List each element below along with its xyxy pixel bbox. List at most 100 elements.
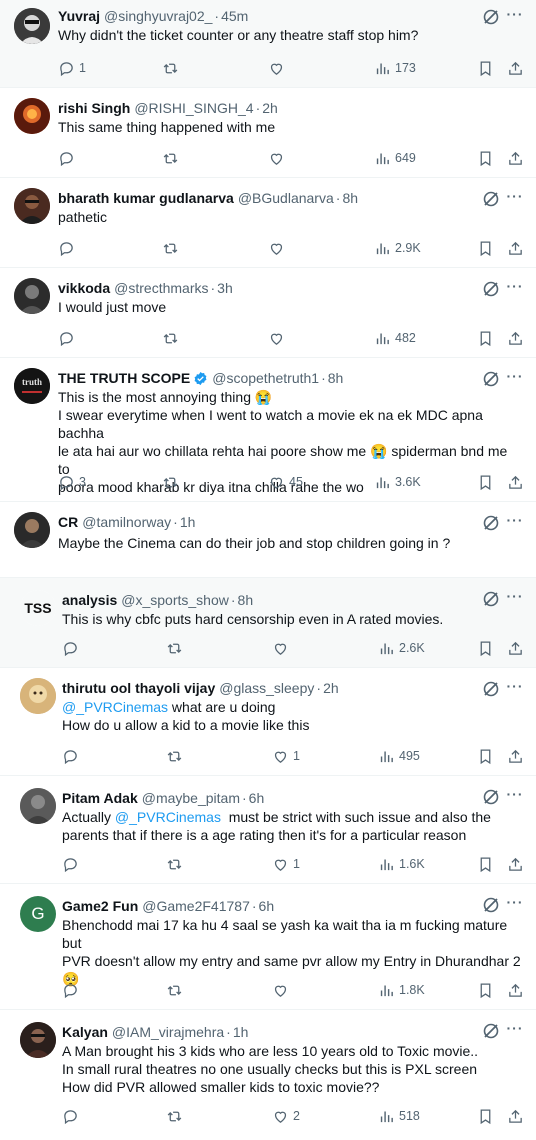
bookmark-button[interactable]	[477, 748, 494, 765]
reply-button[interactable]: 1	[58, 60, 86, 77]
share-button[interactable]	[507, 856, 524, 873]
share-button[interactable]	[507, 1108, 524, 1125]
share-button[interactable]	[507, 748, 524, 765]
views-button[interactable]: 3.6K	[374, 474, 421, 491]
mention-link[interactable]: @_PVRCinemas	[115, 809, 221, 825]
grok-icon[interactable]	[482, 190, 500, 208]
more-options-icon[interactable]: ···	[506, 895, 524, 914]
grok-icon[interactable]	[482, 788, 500, 806]
author-handle[interactable]: @glass_sleepy	[219, 680, 314, 696]
retweet-button[interactable]	[162, 150, 183, 167]
author-name[interactable]: vikkoda	[58, 280, 110, 296]
author-handle[interactable]: @scopethetruth1	[212, 370, 319, 386]
share-button[interactable]	[507, 640, 524, 657]
avatar[interactable]: truth	[14, 368, 50, 404]
timestamp[interactable]: 6h	[259, 898, 275, 914]
timestamp[interactable]: 1h	[180, 514, 196, 530]
retweet-button[interactable]	[162, 240, 183, 257]
tweet[interactable]: bharath kumar gudlanarva @BGudlanarva · …	[0, 178, 536, 268]
timestamp[interactable]: 8h	[238, 592, 254, 608]
views-button[interactable]: 1.8K	[378, 982, 425, 999]
bookmark-button[interactable]	[477, 330, 494, 347]
retweet-button[interactable]	[166, 856, 187, 873]
more-options-icon[interactable]: ···	[506, 589, 524, 608]
reply-button[interactable]	[58, 150, 79, 167]
avatar[interactable]	[14, 188, 50, 224]
retweet-button[interactable]	[166, 1108, 187, 1125]
views-button[interactable]: 2.9K	[374, 240, 421, 257]
grok-icon[interactable]	[482, 896, 500, 914]
author-handle[interactable]: @RISHI_SINGH_4	[134, 100, 253, 116]
reply-button[interactable]	[62, 1108, 83, 1125]
timestamp[interactable]: 2h	[323, 680, 339, 696]
reply-button[interactable]	[58, 240, 79, 257]
grok-icon[interactable]	[482, 1022, 500, 1040]
reply-button[interactable]	[62, 982, 83, 999]
tweet[interactable]: G Game2 Fun @Game2F41787 · 6h Bhenchodd …	[0, 884, 536, 1010]
bookmark-button[interactable]	[477, 982, 494, 999]
reply-button[interactable]	[62, 640, 83, 657]
timestamp[interactable]: 2h	[262, 100, 278, 116]
grok-icon[interactable]	[482, 370, 500, 388]
bookmark-button[interactable]	[477, 640, 494, 657]
timestamp[interactable]: 45m	[221, 8, 248, 24]
author-name[interactable]: Yuvraj	[58, 8, 100, 24]
bookmark-button[interactable]	[477, 60, 494, 77]
author-handle[interactable]: @maybe_pitam	[142, 790, 240, 806]
retweet-button[interactable]	[162, 60, 183, 77]
like-button[interactable]: 45	[268, 474, 303, 491]
views-button[interactable]: 649	[374, 150, 416, 167]
grok-icon[interactable]	[482, 8, 500, 26]
author-name[interactable]: Game2 Fun	[62, 898, 138, 914]
share-button[interactable]	[507, 60, 524, 77]
avatar[interactable]	[20, 678, 56, 714]
author-handle[interactable]: @singhyuvraj02_	[104, 8, 212, 24]
like-button[interactable]	[268, 60, 289, 77]
timestamp[interactable]: 8h	[328, 370, 344, 386]
more-options-icon[interactable]: ···	[506, 369, 524, 388]
grok-icon[interactable]	[482, 590, 500, 608]
tweet[interactable]: Yuvraj @singhyuvraj02_ · 45m Why didn't …	[0, 0, 536, 88]
author-name[interactable]: THE TRUTH SCOPE	[58, 370, 190, 386]
bookmark-button[interactable]	[477, 240, 494, 257]
more-options-icon[interactable]: ···	[506, 7, 524, 26]
bookmark-button[interactable]	[477, 856, 494, 873]
tweet[interactable]: Kalyan @IAM_virajmehra · 1h A Man brough…	[0, 1010, 536, 1140]
avatar[interactable]: G	[20, 896, 56, 932]
views-button[interactable]: 482	[374, 330, 416, 347]
author-name[interactable]: rishi Singh	[58, 100, 130, 116]
like-button[interactable]	[272, 982, 293, 999]
retweet-button[interactable]	[166, 982, 187, 999]
mention-link[interactable]: @_PVRCinemas	[62, 699, 168, 715]
views-button[interactable]: 173	[374, 60, 416, 77]
avatar[interactable]	[14, 512, 50, 548]
tweet[interactable]: rishi Singh @RISHI_SINGH_4 · 2h This sam…	[0, 88, 536, 178]
reply-button[interactable]	[62, 748, 83, 765]
share-button[interactable]	[507, 330, 524, 347]
author-name[interactable]: CR	[58, 514, 78, 530]
avatar[interactable]	[14, 98, 50, 134]
grok-icon[interactable]	[482, 680, 500, 698]
views-button[interactable]: 518	[378, 1108, 420, 1125]
retweet-button[interactable]	[162, 474, 183, 491]
like-button[interactable]: 1	[272, 856, 300, 873]
bookmark-button[interactable]	[477, 1108, 494, 1125]
timestamp[interactable]: 8h	[342, 190, 358, 206]
share-button[interactable]	[507, 982, 524, 999]
reply-button[interactable]	[58, 330, 79, 347]
like-button[interactable]: 2	[272, 1108, 300, 1125]
share-button[interactable]	[507, 474, 524, 491]
timestamp[interactable]: 3h	[217, 280, 233, 296]
bookmark-button[interactable]	[477, 150, 494, 167]
author-name[interactable]: Pitam Adak	[62, 790, 138, 806]
bookmark-button[interactable]	[477, 474, 494, 491]
author-name[interactable]: bharath kumar gudlanarva	[58, 190, 234, 206]
reply-button[interactable]	[62, 856, 83, 873]
author-name[interactable]: thirutu ool thayoli vijay	[62, 680, 215, 696]
more-options-icon[interactable]: ···	[506, 279, 524, 298]
like-button[interactable]	[268, 240, 289, 257]
author-handle[interactable]: @BGudlanarva	[238, 190, 334, 206]
avatar[interactable]: TSS	[20, 590, 56, 626]
author-name[interactable]: Kalyan	[62, 1024, 108, 1040]
tweet[interactable]: vikkoda @strecthmarks · 3h I would just …	[0, 268, 536, 358]
